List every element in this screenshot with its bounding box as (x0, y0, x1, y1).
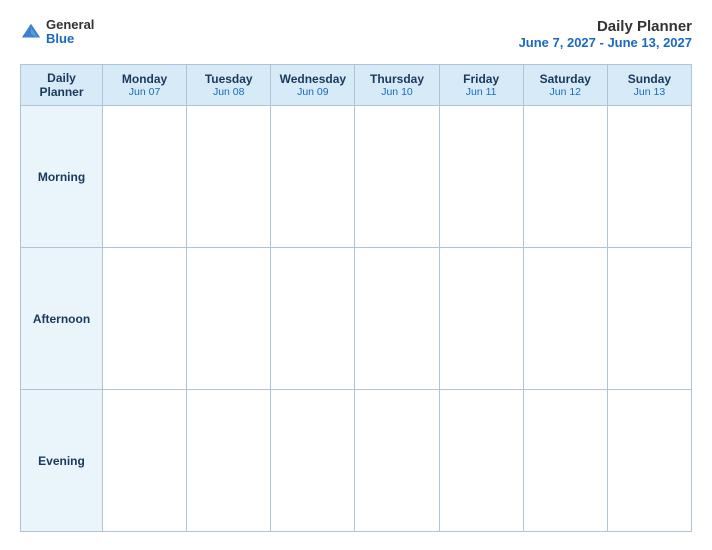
cell-evening-thursday[interactable] (355, 390, 439, 532)
cell-evening-saturday[interactable] (523, 390, 607, 532)
th-tuesday: Tuesday Jun 08 (187, 65, 271, 106)
th-tuesday-name: Tuesday (191, 72, 266, 86)
cell-afternoon-sunday[interactable] (607, 248, 691, 390)
cell-morning-wednesday[interactable] (271, 106, 355, 248)
cell-afternoon-monday[interactable] (103, 248, 187, 390)
label-evening: Evening (21, 390, 103, 532)
th-friday-date: Jun 11 (444, 86, 519, 98)
th-saturday-name: Saturday (528, 72, 603, 86)
th-monday-name: Monday (107, 72, 182, 86)
th-sunday-date: Jun 13 (612, 86, 687, 98)
th-saturday-date: Jun 12 (528, 86, 603, 98)
planner-subtitle: June 7, 2027 - June 13, 2027 (519, 35, 692, 50)
header-row: Daily Planner Monday Jun 07 Tuesday Jun … (21, 65, 692, 106)
row-afternoon: Afternoon (21, 248, 692, 390)
logo-text: General Blue (46, 18, 94, 47)
cell-morning-sunday[interactable] (607, 106, 691, 248)
logo-icon (20, 21, 42, 43)
header-title: Daily Planner June 7, 2027 - June 13, 20… (519, 18, 692, 50)
logo-blue-text: Blue (46, 32, 94, 46)
cell-morning-friday[interactable] (439, 106, 523, 248)
th-first-line2: Planner (25, 85, 98, 99)
cell-evening-wednesday[interactable] (271, 390, 355, 532)
header: General Blue Daily Planner June 7, 2027 … (20, 18, 692, 50)
cell-evening-sunday[interactable] (607, 390, 691, 532)
th-sunday-name: Sunday (612, 72, 687, 86)
cell-evening-friday[interactable] (439, 390, 523, 532)
cell-evening-tuesday[interactable] (187, 390, 271, 532)
cell-afternoon-saturday[interactable] (523, 248, 607, 390)
th-friday-name: Friday (444, 72, 519, 86)
row-evening: Evening (21, 390, 692, 532)
planner-table: Daily Planner Monday Jun 07 Tuesday Jun … (20, 64, 692, 532)
cell-evening-monday[interactable] (103, 390, 187, 532)
th-daily-planner: Daily Planner (21, 65, 103, 106)
logo: General Blue (20, 18, 94, 47)
label-afternoon: Afternoon (21, 248, 103, 390)
th-wednesday-date: Jun 09 (275, 86, 350, 98)
th-monday: Monday Jun 07 (103, 65, 187, 106)
cell-morning-thursday[interactable] (355, 106, 439, 248)
th-monday-date: Jun 07 (107, 86, 182, 98)
th-sunday: Sunday Jun 13 (607, 65, 691, 106)
cell-morning-saturday[interactable] (523, 106, 607, 248)
page: General Blue Daily Planner June 7, 2027 … (0, 0, 712, 550)
row-morning: Morning (21, 106, 692, 248)
th-first-line1: Daily (25, 71, 98, 85)
cell-afternoon-wednesday[interactable] (271, 248, 355, 390)
th-wednesday-name: Wednesday (275, 72, 350, 86)
th-friday: Friday Jun 11 (439, 65, 523, 106)
cell-afternoon-thursday[interactable] (355, 248, 439, 390)
th-tuesday-date: Jun 08 (191, 86, 266, 98)
cell-afternoon-friday[interactable] (439, 248, 523, 390)
th-saturday: Saturday Jun 12 (523, 65, 607, 106)
planner-title: Daily Planner (519, 18, 692, 35)
cell-morning-tuesday[interactable] (187, 106, 271, 248)
cell-afternoon-tuesday[interactable] (187, 248, 271, 390)
th-thursday-name: Thursday (359, 72, 434, 86)
th-wednesday: Wednesday Jun 09 (271, 65, 355, 106)
th-thursday: Thursday Jun 10 (355, 65, 439, 106)
logo-general-text: General (46, 18, 94, 32)
th-thursday-date: Jun 10 (359, 86, 434, 98)
cell-morning-monday[interactable] (103, 106, 187, 248)
label-morning: Morning (21, 106, 103, 248)
